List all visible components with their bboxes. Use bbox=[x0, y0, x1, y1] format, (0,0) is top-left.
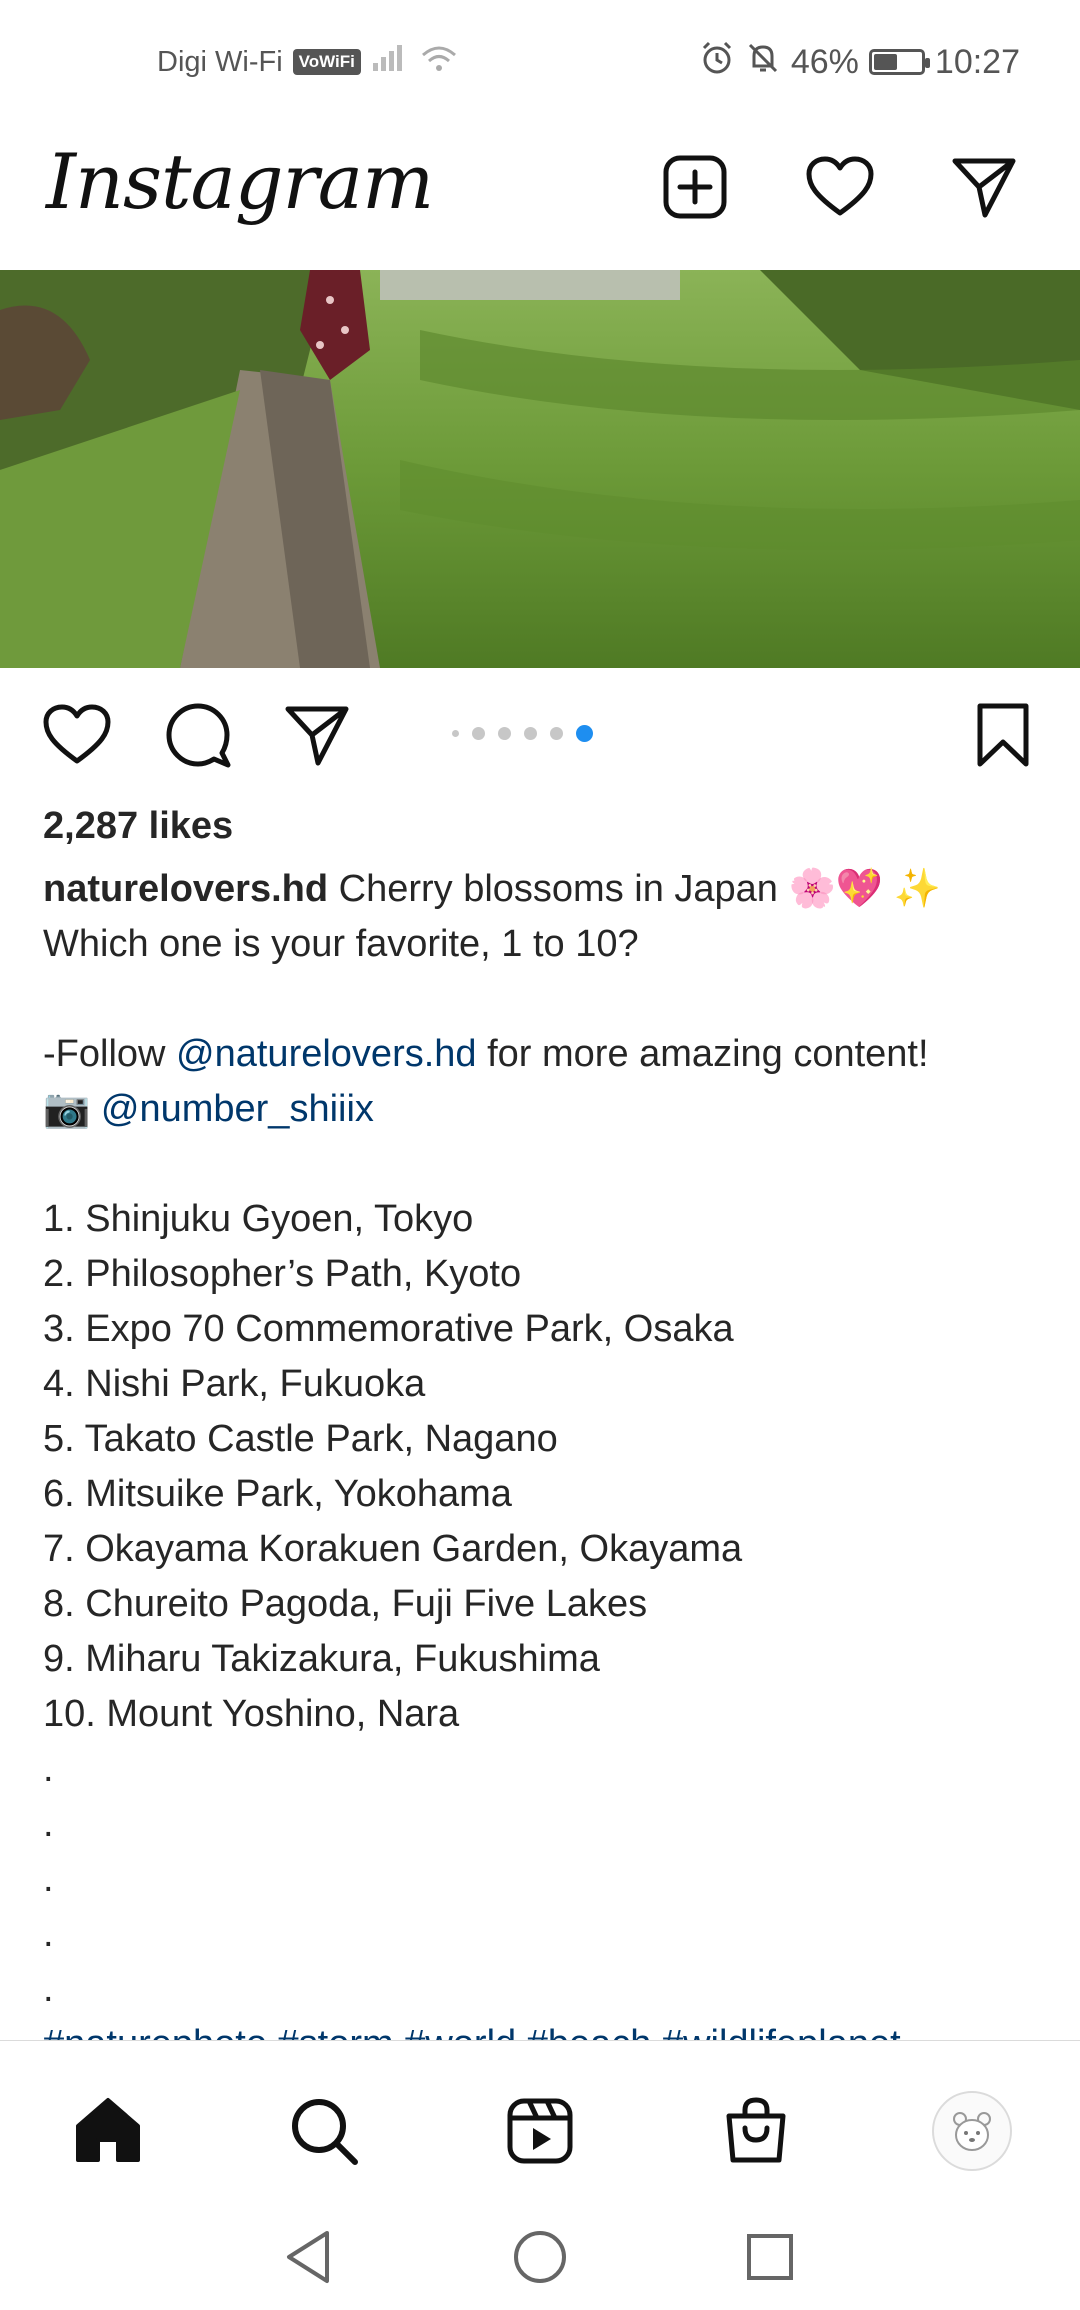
caption-photo-credit: 📷 @number_shiiix bbox=[43, 1082, 1043, 1137]
post-username[interactable]: naturelovers.hd bbox=[43, 868, 328, 910]
places-list-item: 8. Chureito Pagoda, Fuji Five Lakes bbox=[43, 1583, 648, 1625]
photo-credit-mention-link[interactable]: @number_shiiix bbox=[101, 1088, 374, 1130]
places-list-item: 6. Mitsuike Park, Yokohama bbox=[43, 1473, 512, 1515]
direct-message-icon[interactable] bbox=[944, 147, 1024, 227]
caption-dot: . bbox=[43, 1913, 54, 1955]
caption-question: Which one is your favorite, 1 to 10? bbox=[43, 923, 639, 965]
status-left: Digi Wi-Fi VoWiFi bbox=[157, 42, 459, 82]
places-list-item: 2. Philosopher’s Path, Kyoto bbox=[43, 1253, 522, 1295]
bear-avatar-icon bbox=[953, 2112, 991, 2151]
home-circle-icon[interactable] bbox=[505, 2222, 575, 2292]
caption-dot: . bbox=[43, 1968, 54, 2010]
post-photo bbox=[0, 270, 1080, 668]
places-list-item: 1. Shinjuku Gyoen, Tokyo bbox=[43, 1198, 474, 1240]
carousel-indicator bbox=[452, 725, 593, 742]
caption-blank bbox=[43, 972, 1043, 1027]
heart-icon[interactable] bbox=[800, 147, 880, 227]
clock: 10:27 bbox=[934, 42, 1020, 81]
follow-suffix: for more amazing content! bbox=[476, 1033, 929, 1075]
likes-count[interactable]: 2,287 likes bbox=[43, 805, 233, 848]
post-caption: naturelovers.hd Cherry blossoms in Japan… bbox=[43, 862, 1043, 2040]
app-header: Instagram bbox=[0, 125, 1080, 270]
instagram-logo[interactable]: Instagram bbox=[46, 137, 434, 226]
recents-square-icon[interactable] bbox=[735, 2222, 805, 2292]
signal-icon bbox=[371, 43, 409, 81]
post-image[interactable] bbox=[0, 270, 1080, 668]
follow-mention-link[interactable]: @naturelovers.hd bbox=[176, 1033, 477, 1075]
places-list-item: 5. Takato Castle Park, Nagano bbox=[43, 1418, 558, 1460]
caption-dot: . bbox=[43, 1748, 54, 1790]
carousel-dot bbox=[472, 727, 485, 740]
carousel-dot bbox=[524, 727, 537, 740]
wifi-icon bbox=[419, 43, 459, 81]
mute-bell-icon bbox=[745, 40, 781, 85]
places-list-item: 3. Expo 70 Commemorative Park, Osaka bbox=[43, 1308, 734, 1350]
places-list-item: 10. Mount Yoshino, Nara bbox=[43, 1693, 460, 1735]
nav-shop-icon[interactable] bbox=[706, 2081, 806, 2181]
carousel-dot bbox=[498, 727, 511, 740]
caption-follow-line: -Follow @naturelovers.hd for more amazin… bbox=[43, 1027, 1043, 1082]
carousel-dot-active bbox=[576, 725, 593, 742]
carrier-label: Digi Wi-Fi bbox=[157, 45, 283, 78]
places-list-item: 4. Nishi Park, Fukuoka bbox=[43, 1363, 426, 1405]
camera-emoji: 📷 bbox=[43, 1088, 91, 1130]
carousel-dot bbox=[550, 727, 563, 740]
places-list-item: 7. Okayama Korakuen Garden, Okayama bbox=[43, 1528, 743, 1570]
places-list: 1. Shinjuku Gyoen, Tokyo 2. Philosopher’… bbox=[43, 1192, 1043, 1742]
new-post-icon[interactable] bbox=[655, 147, 735, 227]
caption-dot: . bbox=[43, 1858, 54, 1900]
like-icon[interactable] bbox=[32, 690, 122, 780]
follow-prefix: -Follow bbox=[43, 1033, 177, 1075]
status-right: 46% 10:27 bbox=[699, 40, 1020, 84]
vowifi-badge: VoWiFi bbox=[292, 49, 361, 75]
battery-percent: 46% bbox=[790, 42, 859, 81]
places-list-item: 9. Miharu Takizakura, Fukushima bbox=[43, 1638, 600, 1680]
nav-home-icon[interactable] bbox=[58, 2081, 158, 2181]
caption-dot: . bbox=[43, 1803, 54, 1845]
caption-line: naturelovers.hd Cherry blossoms in Japan… bbox=[43, 862, 1043, 917]
caption-hashtags[interactable]: #naturephoto #storm #world #beach #wildl… bbox=[43, 2017, 1043, 2040]
android-system-nav bbox=[0, 2200, 1080, 2310]
nav-search-icon[interactable] bbox=[274, 2081, 374, 2181]
nav-profile[interactable] bbox=[922, 2081, 1022, 2181]
save-bookmark-icon[interactable] bbox=[958, 690, 1048, 780]
share-icon[interactable] bbox=[272, 690, 362, 780]
back-triangle-icon[interactable] bbox=[273, 2222, 343, 2292]
nav-reels-icon[interactable] bbox=[490, 2081, 590, 2181]
caption-text: Cherry blossoms in Japan 🌸💖 ✨ bbox=[338, 868, 941, 910]
status-bar: Digi Wi-Fi VoWiFi 46% 10:27 bbox=[0, 0, 1080, 125]
comment-icon[interactable] bbox=[153, 690, 243, 780]
alarm-icon bbox=[699, 40, 735, 85]
carousel-dot bbox=[452, 730, 459, 737]
caption-blank bbox=[43, 1137, 1043, 1192]
profile-avatar[interactable] bbox=[932, 2091, 1012, 2171]
battery-icon bbox=[868, 49, 930, 75]
